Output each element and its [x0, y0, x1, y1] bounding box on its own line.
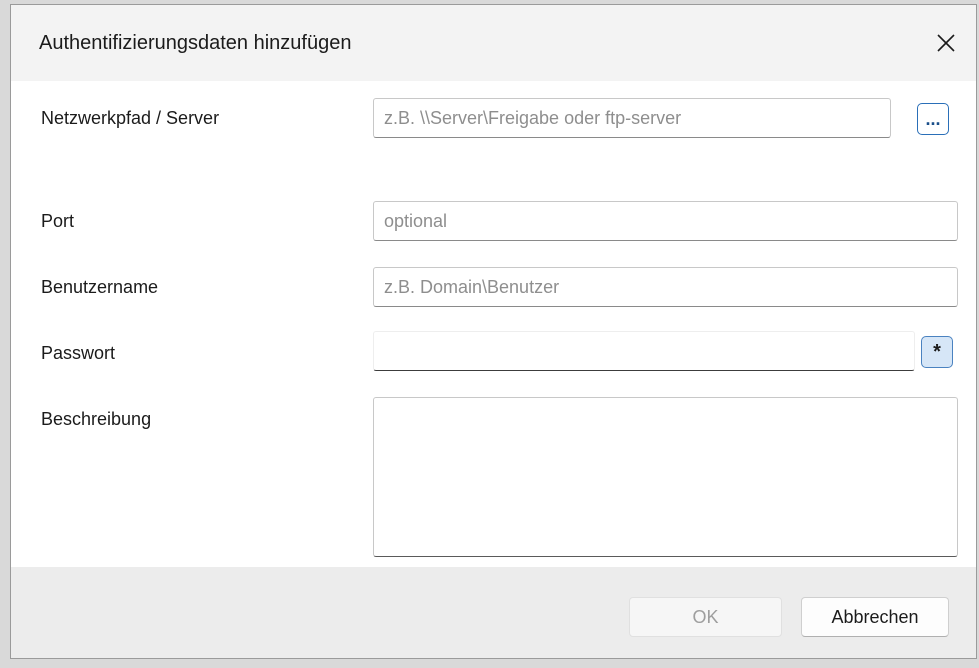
close-button[interactable]: [926, 23, 966, 63]
description-textarea[interactable]: [373, 397, 958, 557]
close-icon: [937, 34, 955, 52]
server-label: Netzwerkpfad / Server: [41, 108, 220, 128]
port-input[interactable]: [373, 201, 958, 241]
auth-dialog: Authentifizierungsdaten hinzufügen Netzw…: [10, 4, 977, 659]
ok-button[interactable]: OK: [629, 597, 782, 637]
ellipsis-icon: ...: [925, 108, 941, 129]
username-label: Benutzername: [41, 277, 159, 297]
description-label: Beschreibung: [41, 409, 152, 429]
password-label: Passwort: [41, 343, 116, 363]
username-input[interactable]: [373, 267, 958, 307]
cancel-button[interactable]: Abbrechen: [801, 597, 949, 637]
dialog-footer: OK Abbrechen: [11, 567, 976, 658]
password-input[interactable]: [373, 331, 915, 371]
port-label: Port: [41, 211, 75, 231]
title-bar: Authentifizierungsdaten hinzufügen: [11, 5, 976, 81]
show-password-toggle[interactable]: *: [921, 336, 953, 368]
dialog-title: Authentifizierungsdaten hinzufügen: [39, 32, 352, 54]
asterisk-icon: *: [933, 340, 941, 363]
server-input[interactable]: [373, 98, 891, 138]
browse-button[interactable]: ...: [917, 103, 949, 135]
